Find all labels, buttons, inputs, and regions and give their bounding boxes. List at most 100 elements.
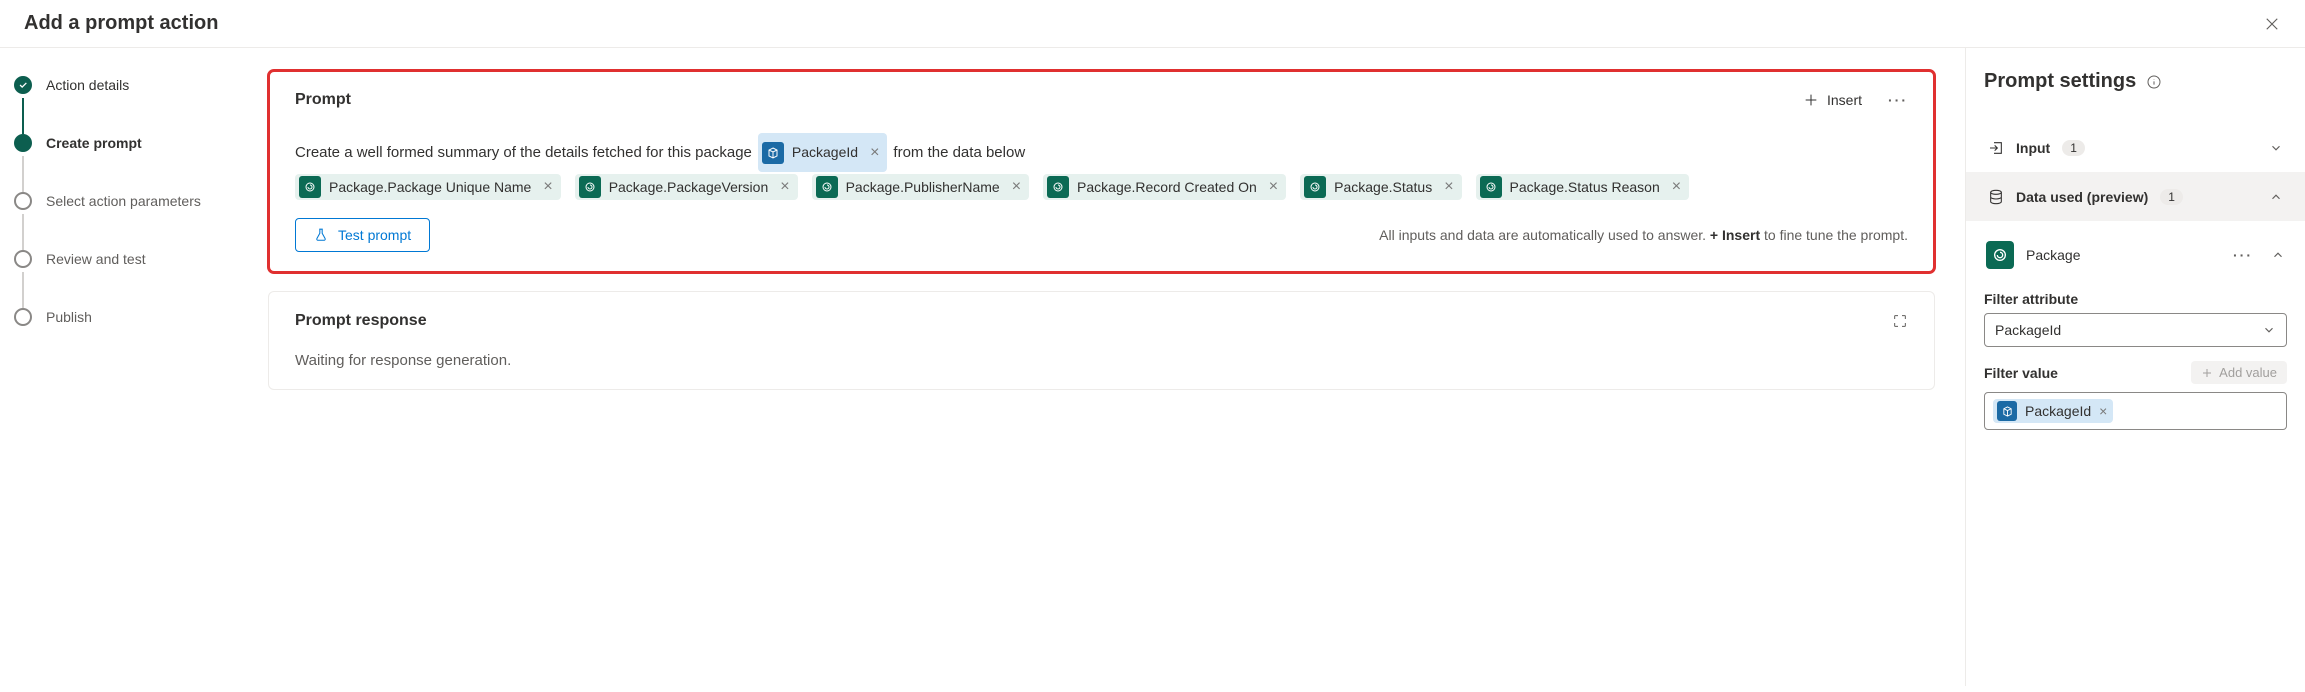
remove-chip-icon[interactable]: × (776, 178, 789, 196)
prompt-response-card: Prompt response Waiting for response gen… (268, 291, 1935, 390)
count-badge: 1 (2062, 140, 2085, 156)
chevron-up-icon (2269, 190, 2283, 204)
chip-label: Package.PublisherName (846, 179, 1000, 195)
check-icon (14, 76, 32, 94)
swirl-icon (1480, 176, 1502, 198)
step-label: Select action parameters (46, 193, 201, 209)
plus-icon (2201, 367, 2213, 379)
filter-value-label: Filter value (1984, 365, 2058, 381)
input-icon (1988, 140, 2004, 156)
accordion-input[interactable]: Input 1 (1984, 123, 2287, 172)
count-badge: 1 (2160, 189, 2183, 205)
select-value: PackageId (1995, 322, 2061, 338)
dot-icon (14, 308, 32, 326)
close-icon[interactable] (2263, 15, 2281, 33)
chip-label: PackageId (2025, 403, 2091, 419)
response-title: Prompt response (295, 312, 427, 330)
step-label: Publish (46, 309, 92, 325)
chip-package-unique-name[interactable]: Package.Package Unique Name × (295, 174, 561, 200)
dot-icon (14, 250, 32, 268)
prompt-text[interactable]: Create a well formed summary of the deta… (295, 133, 1908, 172)
prompt-text-after: from the data below (893, 136, 1025, 169)
dot-icon (14, 134, 32, 152)
accordion-data-used[interactable]: Data used (preview) 1 (1966, 172, 2305, 221)
remove-chip-icon[interactable]: × (2099, 403, 2107, 419)
database-icon (1988, 189, 2004, 205)
steps-nav: Action details Create prompt Select acti… (0, 48, 260, 686)
step-label: Action details (46, 77, 129, 93)
chip-status-reason[interactable]: Package.Status Reason × (1476, 174, 1690, 200)
chip-status[interactable]: Package.Status × (1300, 174, 1461, 200)
package-label: Package (2026, 247, 2080, 263)
add-value-button: Add value (2191, 361, 2287, 384)
remove-chip-icon[interactable]: × (1008, 178, 1021, 196)
filter-attribute-select[interactable]: PackageId (1984, 313, 2287, 347)
filter-value-chip[interactable]: PackageId × (1993, 399, 2113, 423)
chip-label: Package.Package Unique Name (329, 179, 531, 195)
dialog-header: Add a prompt action (0, 0, 2305, 48)
step-label: Create prompt (46, 135, 142, 151)
hint-before: All inputs and data are automatically us… (1379, 227, 1710, 243)
cube-icon (762, 142, 784, 164)
chevron-down-icon (2269, 141, 2283, 155)
cube-icon (1997, 401, 2017, 421)
swirl-icon (299, 176, 321, 198)
swirl-icon (1304, 176, 1326, 198)
accordion-label: Data used (preview) (2016, 189, 2148, 205)
accordion-label: Input (2016, 140, 2050, 156)
step-select-action-parameters[interactable]: Select action parameters (14, 192, 250, 210)
swirl-icon (579, 176, 601, 198)
chip-label: Package.PackageVersion (609, 179, 769, 195)
chevron-up-icon[interactable] (2271, 248, 2285, 262)
expand-icon[interactable] (1892, 313, 1908, 329)
prompt-card: Prompt Insert ··· Create a well formed s… (268, 70, 1935, 273)
info-icon[interactable] (2146, 74, 2162, 90)
prompt-title: Prompt (295, 91, 351, 109)
flask-icon (314, 228, 328, 242)
plus-icon (1803, 92, 1819, 108)
swirl-icon (816, 176, 838, 198)
chip-label: Package.Status (1334, 179, 1432, 195)
step-label: Review and test (46, 251, 146, 267)
more-icon[interactable]: ··· (2233, 247, 2253, 263)
chevron-down-icon (2262, 323, 2276, 337)
chip-package-version[interactable]: Package.PackageVersion × (575, 174, 798, 200)
test-prompt-label: Test prompt (338, 227, 411, 243)
add-value-label: Add value (2219, 365, 2277, 380)
remove-chip-icon[interactable]: × (866, 135, 879, 170)
test-prompt-button[interactable]: Test prompt (295, 218, 430, 252)
step-review-and-test[interactable]: Review and test (14, 250, 250, 268)
insert-button[interactable]: Insert (1803, 92, 1862, 108)
step-create-prompt[interactable]: Create prompt (14, 134, 250, 152)
filter-attribute-label: Filter attribute (1984, 291, 2287, 307)
remove-chip-icon[interactable]: × (1440, 178, 1453, 196)
inline-chip-packageid[interactable]: PackageId × (758, 133, 888, 172)
remove-chip-icon[interactable]: × (539, 178, 552, 196)
hint-after: to fine tune the prompt. (1760, 227, 1908, 243)
prompt-hint: All inputs and data are automatically us… (1379, 227, 1908, 243)
response-body: Waiting for response generation. (295, 352, 1908, 369)
filter-value-input[interactable]: PackageId × (1984, 392, 2287, 430)
step-publish[interactable]: Publish (14, 308, 250, 326)
prompt-settings-panel: Prompt settings Input 1 Data used (previ… (1965, 48, 2305, 686)
dialog-title: Add a prompt action (24, 12, 218, 35)
hint-bold: + Insert (1710, 227, 1760, 243)
chip-label: Package.Record Created On (1077, 179, 1257, 195)
insert-label: Insert (1827, 92, 1862, 108)
settings-title: Prompt settings (1984, 70, 2287, 93)
package-row[interactable]: Package ··· (1984, 221, 2287, 277)
chip-label: PackageId (792, 137, 858, 168)
swirl-icon (1047, 176, 1069, 198)
more-icon[interactable]: ··· (1888, 92, 1908, 108)
chip-label: Package.Status Reason (1510, 179, 1660, 195)
prompt-text-before: Create a well formed summary of the deta… (295, 136, 752, 169)
chip-record-created-on[interactable]: Package.Record Created On × (1043, 174, 1286, 200)
remove-chip-icon[interactable]: × (1668, 178, 1681, 196)
swirl-icon (1986, 241, 2014, 269)
step-action-details[interactable]: Action details (14, 76, 250, 94)
chip-publisher-name[interactable]: Package.PublisherName × (812, 174, 1029, 200)
remove-chip-icon[interactable]: × (1265, 178, 1278, 196)
data-chips-row: Package.Package Unique Name × Package.Pa… (295, 174, 1908, 200)
dot-icon (14, 192, 32, 210)
settings-title-text: Prompt settings (1984, 70, 2136, 93)
